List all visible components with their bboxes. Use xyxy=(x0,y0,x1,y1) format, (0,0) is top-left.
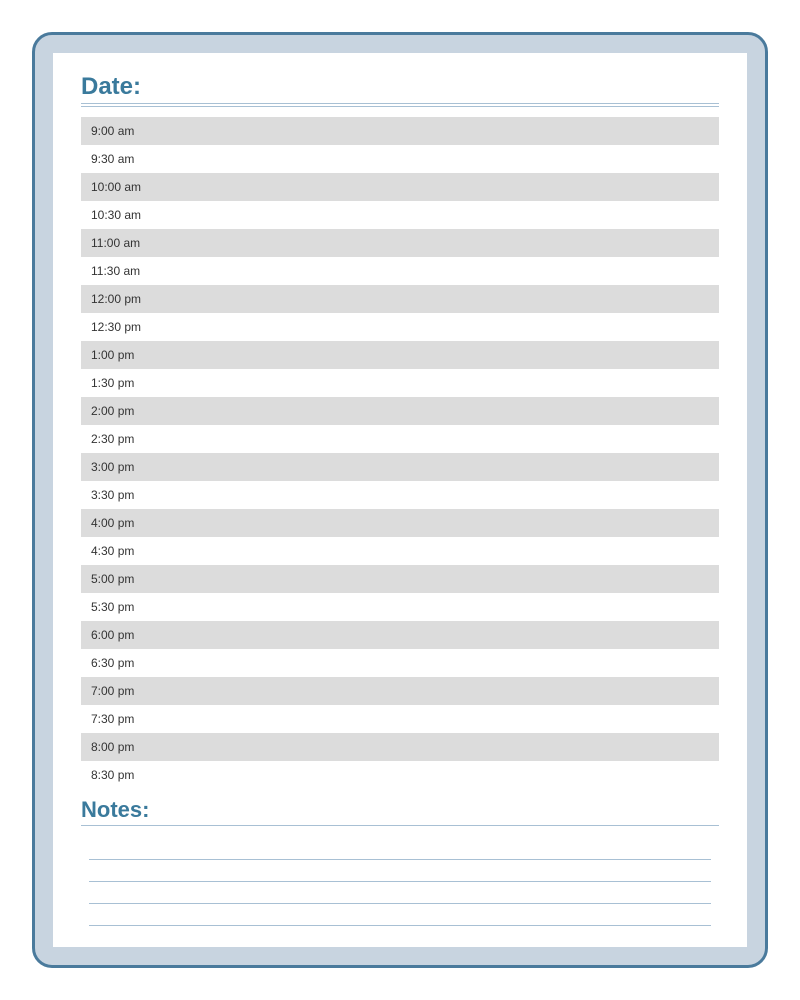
time-slot: 2:30 pm xyxy=(81,425,719,453)
time-slot-label: 4:30 pm xyxy=(91,544,134,558)
time-slot: 7:30 pm xyxy=(81,705,719,733)
notes-lines xyxy=(81,838,719,926)
time-slot: 7:00 pm xyxy=(81,677,719,705)
notes-heading: Notes: xyxy=(81,797,719,826)
time-slot: 11:00 am xyxy=(81,229,719,257)
time-slot: 1:30 pm xyxy=(81,369,719,397)
time-slot-label: 5:00 pm xyxy=(91,572,134,586)
time-slot-label: 3:30 pm xyxy=(91,488,134,502)
time-slot-label: 1:30 pm xyxy=(91,376,134,390)
time-slot-label: 9:00 am xyxy=(91,124,134,138)
time-slot-label: 12:00 pm xyxy=(91,292,141,306)
time-slot-label: 10:00 am xyxy=(91,180,141,194)
note-line xyxy=(89,904,711,926)
planner-frame: Date: 9:00 am 9:30 am 10:00 am 10:30 am 11:0… xyxy=(32,32,768,968)
time-slot: 9:00 am xyxy=(81,117,719,145)
time-slot: 4:30 pm xyxy=(81,537,719,565)
time-slot-label: 7:30 pm xyxy=(91,712,134,726)
note-line xyxy=(89,838,711,860)
time-slot: 12:30 pm xyxy=(81,313,719,341)
time-slot: 3:00 pm xyxy=(81,453,719,481)
time-slot: 5:30 pm xyxy=(81,593,719,621)
time-slot: 11:30 am xyxy=(81,257,719,285)
time-slot-label: 11:00 am xyxy=(91,236,140,250)
time-slot: 1:00 pm xyxy=(81,341,719,369)
date-underline xyxy=(81,106,719,107)
time-slot: 8:30 pm xyxy=(81,761,719,789)
time-slot: 2:00 pm xyxy=(81,397,719,425)
time-slot-label: 2:00 pm xyxy=(91,404,134,418)
time-slot: 5:00 pm xyxy=(81,565,719,593)
time-slot: 3:30 pm xyxy=(81,481,719,509)
time-slot-label: 2:30 pm xyxy=(91,432,134,446)
time-slot: 6:00 pm xyxy=(81,621,719,649)
note-line xyxy=(89,882,711,904)
time-slot-label: 3:00 pm xyxy=(91,460,134,474)
time-slot-label: 9:30 am xyxy=(91,152,134,166)
time-slot-label: 1:00 pm xyxy=(91,348,134,362)
time-slot: 10:30 am xyxy=(81,201,719,229)
time-slot: 10:00 am xyxy=(81,173,719,201)
date-heading: Date: xyxy=(81,73,719,104)
time-slot-label: 10:30 am xyxy=(91,208,141,222)
time-slot: 8:00 pm xyxy=(81,733,719,761)
time-slot-label: 6:00 pm xyxy=(91,628,134,642)
time-slot-label: 6:30 pm xyxy=(91,656,134,670)
time-slot-label: 11:30 am xyxy=(91,264,140,278)
time-slot-label: 5:30 pm xyxy=(91,600,134,614)
time-slot-label: 12:30 pm xyxy=(91,320,141,334)
time-slot-label: 8:00 pm xyxy=(91,740,134,754)
schedule-list: 9:00 am 9:30 am 10:00 am 10:30 am 11:00 am 11… xyxy=(81,117,719,789)
time-slot-label: 4:00 pm xyxy=(91,516,134,530)
time-slot: 6:30 pm xyxy=(81,649,719,677)
time-slot: 4:00 pm xyxy=(81,509,719,537)
time-slot: 9:30 am xyxy=(81,145,719,173)
planner-page: Date: 9:00 am 9:30 am 10:00 am 10:30 am 11:0… xyxy=(53,53,747,947)
note-line xyxy=(89,860,711,882)
time-slot-label: 7:00 pm xyxy=(91,684,134,698)
time-slot-label: 8:30 pm xyxy=(91,768,134,782)
time-slot: 12:00 pm xyxy=(81,285,719,313)
